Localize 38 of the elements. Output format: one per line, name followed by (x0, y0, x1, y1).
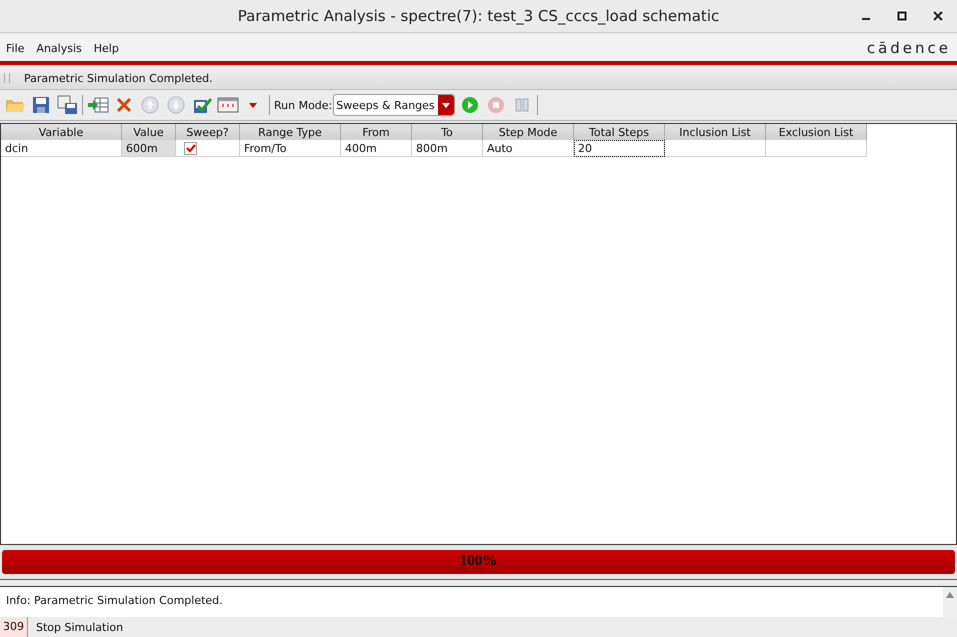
status-count: 309 (0, 617, 28, 637)
save-icon[interactable] (30, 95, 52, 115)
column-header[interactable]: Range Type (240, 124, 340, 140)
maximize-icon[interactable] (897, 11, 907, 21)
table-cell: From/To (240, 140, 340, 156)
table-cell: dcin (1, 140, 122, 156)
window-title: Parametric Analysis - spectre(7): test_3 CS_cccs_load schematic (238, 7, 720, 25)
column-header[interactable]: Variable (1, 124, 122, 140)
caret-icon[interactable] (442, 102, 450, 108)
column-header[interactable]: Step Mode (482, 124, 574, 140)
table-icon[interactable] (217, 95, 239, 115)
menu-item[interactable]: File (4, 42, 26, 54)
logo: cādence (866, 39, 952, 57)
progress-label: 100% (458, 553, 498, 570)
menu-item[interactable]: Analysis (34, 42, 84, 54)
column-header[interactable]: Sweep? (176, 124, 240, 140)
add-icon[interactable] (87, 95, 109, 115)
menu-item[interactable]: Help (92, 42, 121, 54)
column-header[interactable]: From (340, 124, 412, 140)
save-as-icon[interactable] (56, 95, 78, 115)
run-mode-label: Run Mode: (274, 98, 332, 112)
column-header[interactable]: Total Steps (574, 124, 664, 140)
run-mode-dropdown[interactable]: Sweeps & Ranges (333, 94, 456, 116)
close-icon[interactable] (933, 11, 943, 21)
check-icon[interactable] (191, 95, 213, 115)
sweep-checkbox[interactable] (184, 142, 197, 155)
status-text: Stop Simulation (35, 620, 124, 634)
log-line: Info: Parametric Simulation Completed. (6, 594, 224, 607)
column-header[interactable]: Value (122, 124, 176, 140)
table-cell: 400m (340, 140, 412, 156)
table-cell: 600m (122, 140, 176, 156)
table-cell[interactable]: 20 (574, 140, 664, 156)
column-header[interactable]: Inclusion List (664, 124, 766, 140)
status-message: Parametric Simulation Completed. (24, 72, 213, 84)
column-header[interactable]: To (412, 124, 482, 140)
table-cell: 800m (412, 140, 482, 156)
column-header[interactable]: Exclusion List (766, 124, 866, 140)
table-cell: Auto (482, 140, 574, 156)
